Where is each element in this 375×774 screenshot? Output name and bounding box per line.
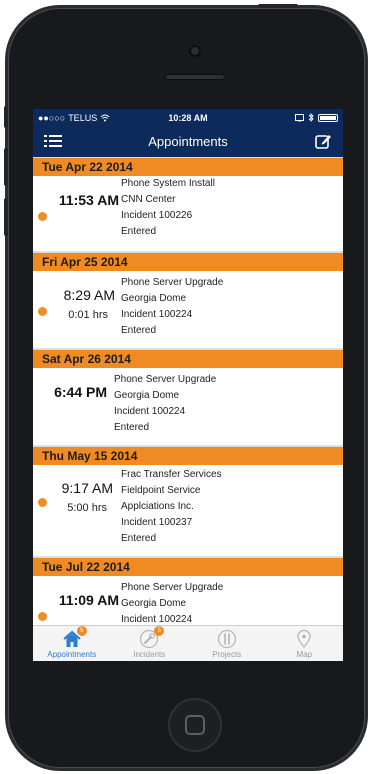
appointment-duration: 5:00 hrs xyxy=(67,502,107,514)
appointment-status: Entered xyxy=(114,422,150,433)
tab-projects[interactable]: Projects xyxy=(188,626,266,661)
appointment-title: Phone System Install xyxy=(121,178,215,189)
nav-bar: Appointments xyxy=(33,126,343,157)
list-item[interactable]: 8:29 AM 0:01 hrs Phone Server Upgrade Ge… xyxy=(33,271,343,349)
appointment-location: Georgia Dome xyxy=(114,390,180,401)
appointment-incident: Incident 100224 xyxy=(121,614,193,625)
map-pin-icon xyxy=(297,629,311,648)
mute-switch xyxy=(4,106,8,128)
appointment-details: Phone System Install CNN Center Incident… xyxy=(121,176,215,240)
appointment-details: Frac Transfer Services Fieldpoint Servic… xyxy=(121,467,222,547)
appointment-title: Phone Server Upgrade xyxy=(121,582,224,593)
list-item[interactable]: 6:44 PM Phone Server Upgrade Georgia Dom… xyxy=(33,368,343,446)
tab-map[interactable]: Map xyxy=(266,626,344,661)
appointment-details: Phone Server Upgrade Georgia Dome Incide… xyxy=(114,372,216,436)
appointment-time: 6:44 PM xyxy=(54,384,107,400)
appointment-time: 9:17 AM xyxy=(61,480,113,496)
bluetooth-icon xyxy=(308,113,314,122)
status-dot xyxy=(38,612,47,621)
appointment-status: Entered xyxy=(121,533,157,544)
appointments-badge: 5 xyxy=(76,626,87,636)
day-header: Tue Jul 22 2014 xyxy=(33,557,343,576)
day-header: Thu May 15 2014 xyxy=(33,446,343,465)
appointment-location: CNN Center xyxy=(121,194,176,205)
appointment-location: Georgia Dome xyxy=(121,598,187,609)
appointment-incident: Incident 100224 xyxy=(121,309,193,320)
home-button-square-icon xyxy=(185,715,205,735)
status-bar: ●●○○○ TELUS 10:28 AM xyxy=(33,109,343,126)
tab-appointments[interactable]: 5 Appointments xyxy=(33,626,111,661)
appointment-company-cont: Applciations Inc. xyxy=(121,501,194,512)
appointment-status: Entered xyxy=(121,226,157,237)
battery-icon xyxy=(318,113,338,122)
day-header: Tue Apr 22 2014 xyxy=(33,157,343,176)
day-header: Fri Apr 25 2014 xyxy=(33,252,343,271)
home-button[interactable] xyxy=(168,698,222,752)
appointment-details: Phone Server Upgrade Georgia Dome Incide… xyxy=(121,275,223,339)
appointment-details: Phone Server Upgrade Georgia Dome Incide… xyxy=(121,580,223,625)
volume-down-button xyxy=(4,198,8,236)
menu-list-icon[interactable] xyxy=(44,134,62,148)
earpiece-speaker xyxy=(165,74,225,80)
app-screen: ●●○○○ TELUS 10:28 AM Appointments Tue Ap… xyxy=(33,109,343,661)
appointment-time: 8:29 AM xyxy=(63,287,115,303)
appointment-incident: Incident 100226 xyxy=(121,210,193,221)
appointment-time: 11:09 AM xyxy=(58,592,119,608)
tab-label: Map xyxy=(296,650,313,659)
appointment-status: Entered xyxy=(121,325,157,336)
incidents-badge: 5 xyxy=(154,626,165,636)
appointments-list[interactable]: Tue Apr 22 2014 11:53 AM Phone System In… xyxy=(33,157,343,625)
tab-label: Projects xyxy=(212,650,242,659)
list-item[interactable]: 9:17 AM 5:00 hrs Frac Transfer Services … xyxy=(33,465,343,557)
appointment-duration: 0:01 hrs xyxy=(68,309,108,321)
appointment-location: Georgia Dome xyxy=(121,293,187,304)
front-camera xyxy=(189,45,201,57)
appointment-title: Frac Transfer Services xyxy=(121,469,222,480)
appointment-company: Fieldpoint Service xyxy=(121,485,201,496)
appointment-time: 11:53 AM xyxy=(58,192,119,208)
tab-label: Incidents xyxy=(133,650,166,659)
list-item[interactable]: 11:53 AM Phone System Install CNN Center… xyxy=(33,176,343,252)
appointment-title: Phone Server Upgrade xyxy=(121,277,224,288)
page-title: Appointments xyxy=(148,134,228,149)
power-button xyxy=(258,4,298,8)
appointment-incident: Incident 100237 xyxy=(121,517,193,528)
compose-icon[interactable] xyxy=(314,132,332,150)
day-header: Sat Apr 26 2014 xyxy=(33,349,343,368)
status-right xyxy=(295,113,338,122)
volume-up-button xyxy=(4,148,8,186)
stage: ●●○○○ TELUS 10:28 AM Appointments Tue Ap… xyxy=(0,0,375,774)
appointment-title: Phone Server Upgrade xyxy=(114,374,217,385)
list-item[interactable]: 11:09 AM Phone Server Upgrade Georgia Do… xyxy=(33,576,343,625)
tab-bar: 5 Appointments 5 Incidents Projects Map xyxy=(33,625,343,661)
tab-label: Appointments xyxy=(47,650,97,659)
screen-mirror-icon xyxy=(295,113,304,121)
appointment-incident: Incident 100224 xyxy=(114,406,186,417)
status-dot xyxy=(38,212,47,221)
clipboard-icon xyxy=(217,629,236,649)
tab-incidents[interactable]: 5 Incidents xyxy=(111,626,189,661)
